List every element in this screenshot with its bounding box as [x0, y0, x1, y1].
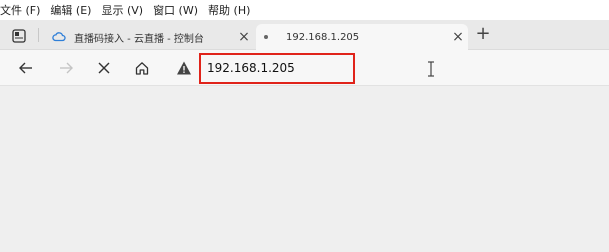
tab-close-button[interactable]: × [448, 29, 468, 45]
forward-button[interactable] [56, 58, 76, 78]
tab-title: 192.168.1.205 [286, 31, 360, 43]
address-input[interactable]: 192.168.1.205 [207, 61, 295, 75]
tab-title: 直播码接入 - 云直播 - 控制台 [74, 33, 204, 45]
menu-help[interactable]: 帮助 (H) [208, 2, 250, 18]
stop-button[interactable] [94, 58, 114, 78]
menu-window[interactable]: 窗口 (W) [153, 2, 198, 18]
new-tab-button[interactable]: + [474, 25, 492, 44]
tab-router-page[interactable]: 192.168.1.205 × [256, 24, 468, 50]
navigation-bar: 192.168.1.205 [0, 50, 609, 86]
loading-dot-icon [264, 35, 268, 39]
tab-strip-divider [38, 28, 39, 42]
tab-close-button[interactable]: × [234, 29, 254, 45]
home-button[interactable] [132, 58, 152, 78]
back-arrow-icon [19, 62, 32, 74]
forward-arrow-icon [60, 62, 73, 74]
tab-live-console[interactable]: 直播码接入 - 云直播 - 控制台 × [44, 24, 254, 50]
menu-edit[interactable]: 编辑 (E) [50, 2, 91, 18]
text-cursor-icon [426, 61, 436, 77]
menu-file[interactable]: 文件 (F) [0, 2, 40, 18]
menu-view[interactable]: 显示 (V) [101, 2, 143, 18]
cloud-icon [52, 30, 66, 44]
home-icon [135, 62, 149, 75]
tab-actions-icon[interactable] [12, 28, 26, 43]
page-content-area [0, 87, 609, 252]
close-icon [98, 62, 110, 74]
warning-icon[interactable] [176, 60, 192, 76]
menu-bar: 文件 (F) 编辑 (E) 显示 (V) 窗口 (W) 帮助 (H) [0, 0, 609, 20]
tab-strip: 直播码接入 - 云直播 - 控制台 × 192.168.1.205 × + [0, 20, 609, 50]
browser-window: 文件 (F) 编辑 (E) 显示 (V) 窗口 (W) 帮助 (H) 直播码接入… [0, 0, 609, 252]
back-button[interactable] [16, 58, 36, 78]
